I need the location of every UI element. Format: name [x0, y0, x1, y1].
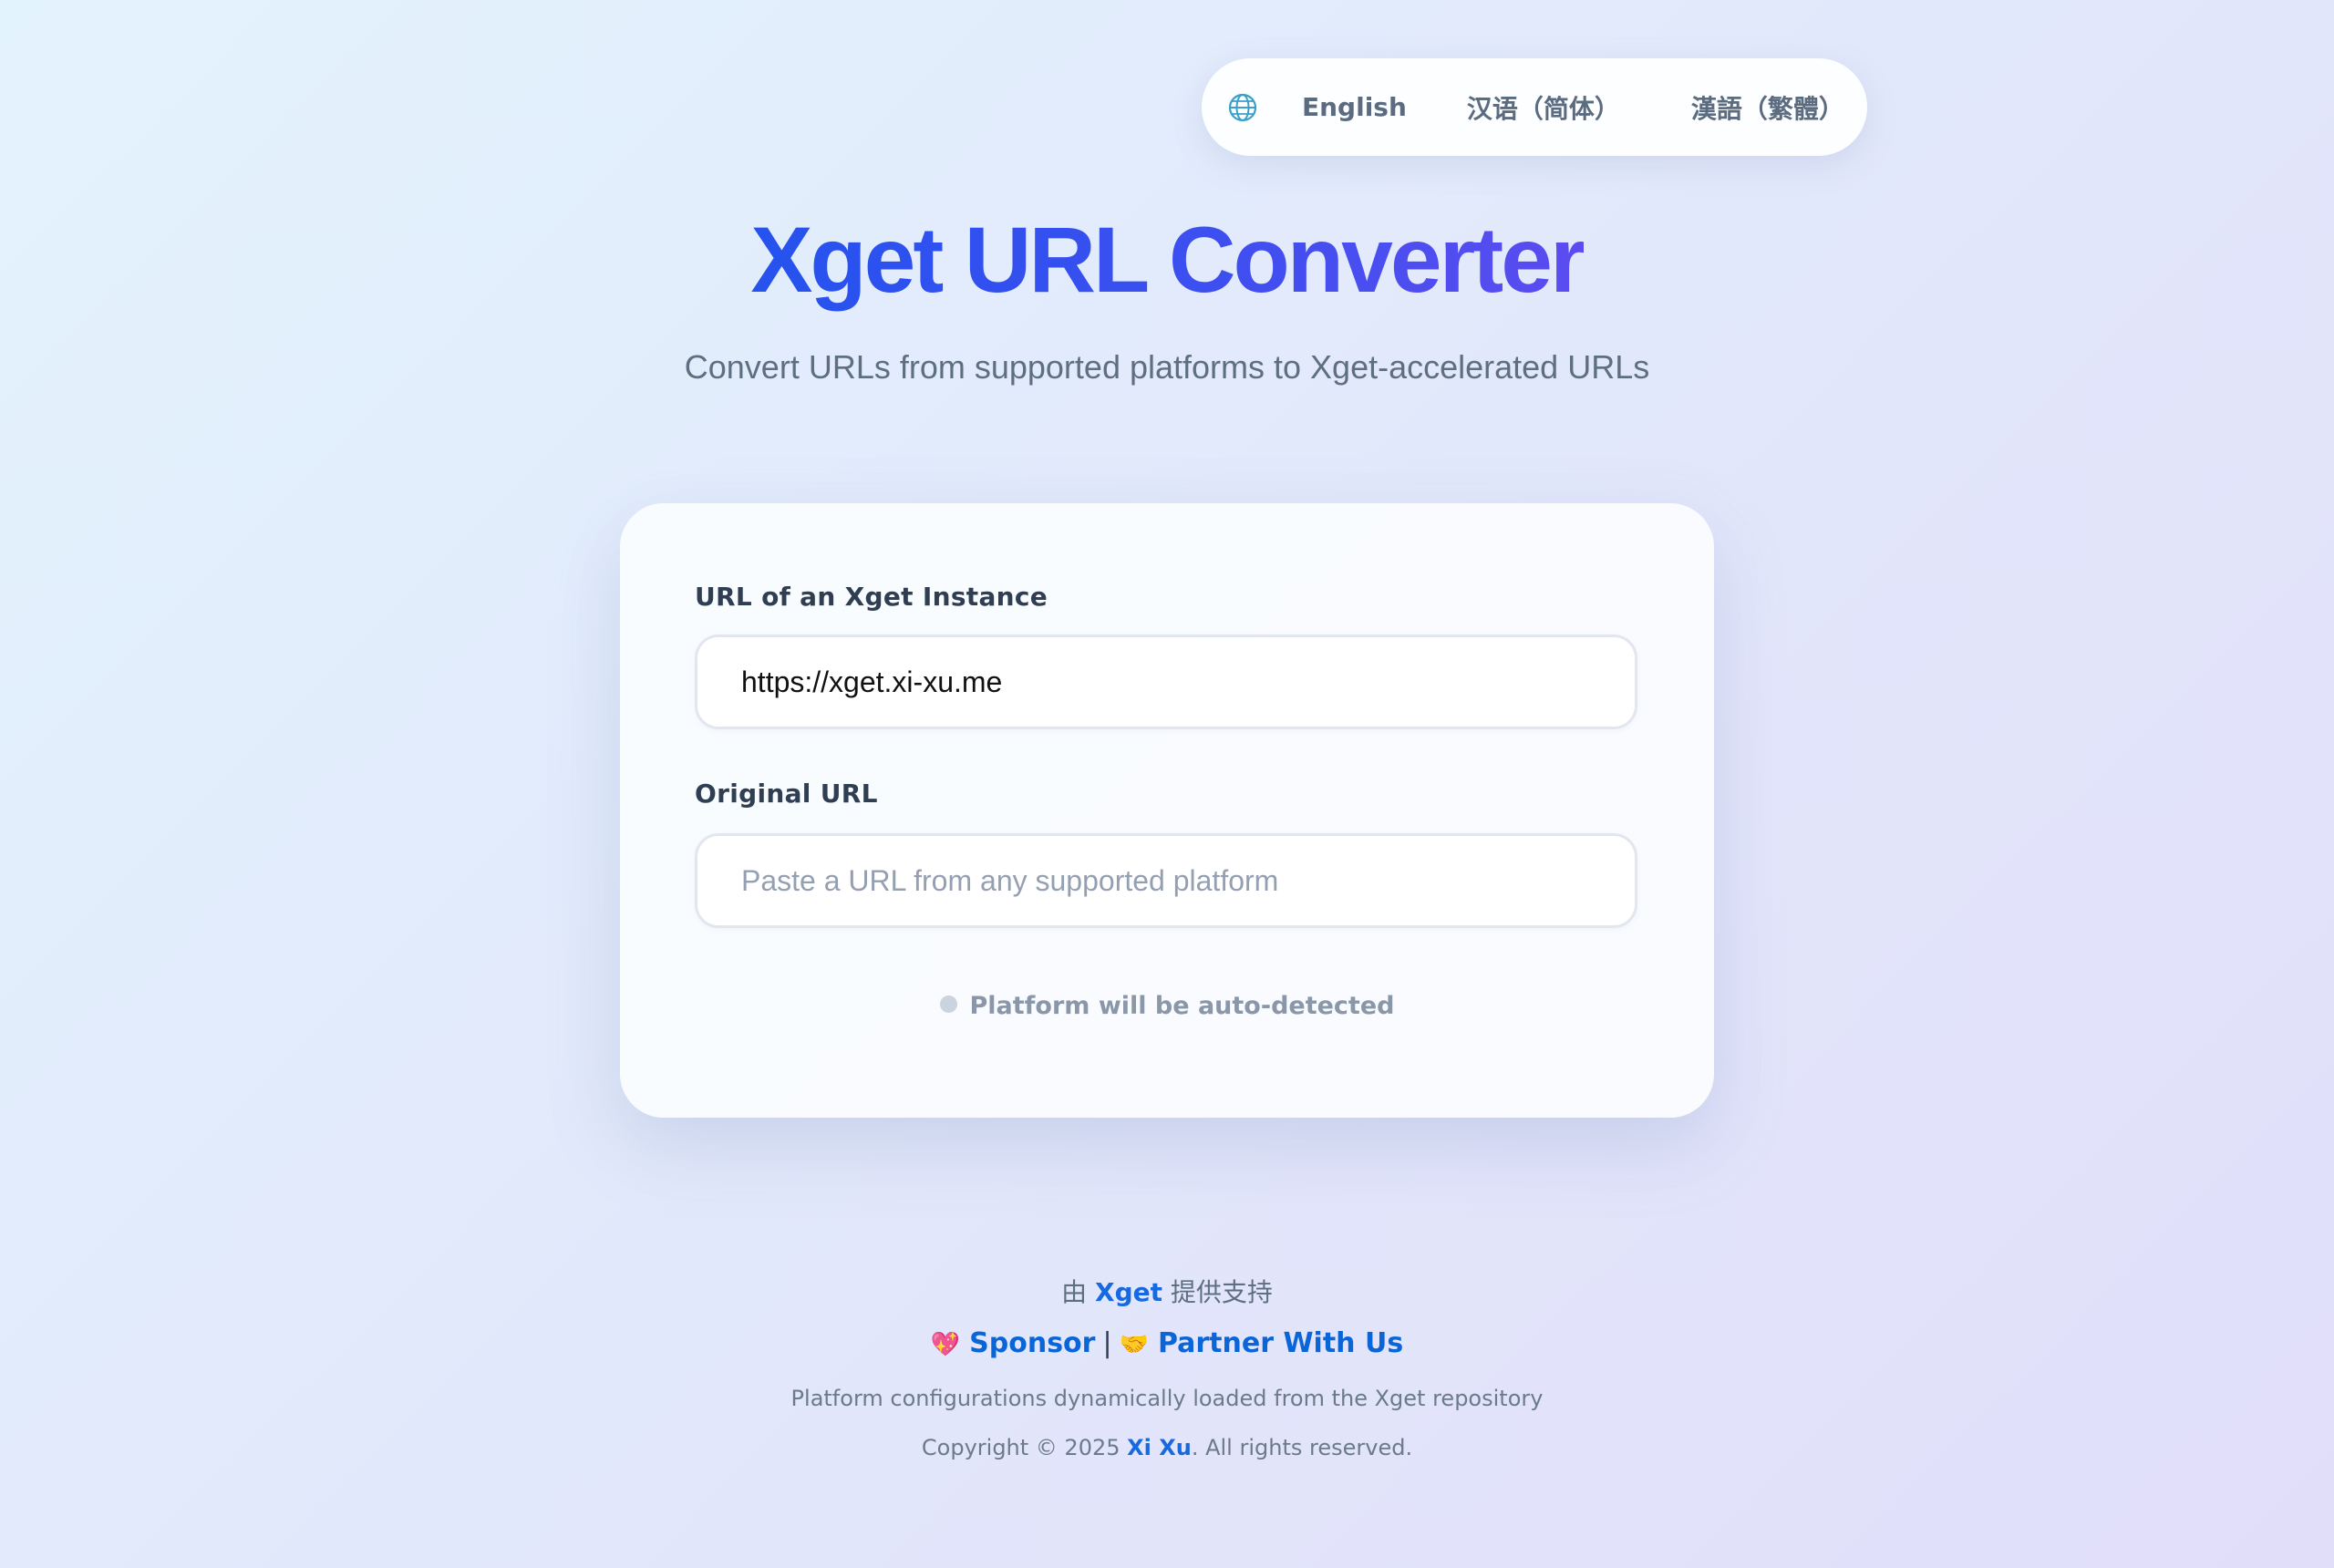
author-link[interactable]: Xi Xu	[1127, 1435, 1192, 1460]
page-title: Xget URL Converter	[0, 201, 2334, 319]
support-links: 💖 Sponsor | 🤝 Partner With Us	[0, 1327, 2334, 1359]
copyright-suffix: . All rights reserved.	[1191, 1435, 1413, 1460]
xget-link[interactable]: Xget	[1095, 1277, 1162, 1307]
platform-status-text: Platform will be auto-detected	[969, 992, 1395, 1020]
converter-card: URL of an Xget Instance Original URL Pla…	[620, 503, 1714, 1118]
original-url-label: Original URL	[695, 779, 878, 809]
original-url-input[interactable]	[695, 833, 1637, 928]
handshake-icon: 🤝	[1119, 1331, 1149, 1358]
copyright-prefix: Copyright © 2025	[921, 1435, 1128, 1460]
instance-url-label: URL of an Xget Instance	[695, 582, 1048, 612]
language-option-english[interactable]: English	[1302, 92, 1407, 122]
globe-icon	[1227, 92, 1258, 123]
language-option-simplified-chinese[interactable]: 汉语（简体）	[1467, 89, 1620, 126]
partner-link[interactable]: Partner With Us	[1158, 1327, 1403, 1359]
powered-by: 由 Xget 提供支持	[0, 1273, 2334, 1309]
platform-status: Platform will be auto-detected	[620, 992, 1714, 1020]
sponsor-link[interactable]: Sponsor	[969, 1327, 1095, 1359]
page-title-text: Xget URL Converter	[750, 208, 1585, 312]
powered-suffix: 提供支持	[1162, 1277, 1273, 1307]
heart-icon: 💖	[930, 1331, 961, 1358]
config-note: Platform configurations dynamically load…	[790, 1386, 1544, 1411]
powered-prefix: 由	[1061, 1277, 1095, 1307]
instance-url-input[interactable]	[695, 634, 1637, 729]
copyright: Copyright © 2025 Xi Xu. All rights reser…	[0, 1435, 2334, 1460]
language-option-traditional-chinese[interactable]: 漢語（繁體）	[1691, 89, 1844, 126]
language-switcher: English 汉语（简体） 漢語（繁體）	[1202, 58, 1867, 156]
link-separator: |	[1102, 1327, 1112, 1359]
status-dot-icon	[939, 995, 957, 1013]
page-subtitle: Convert URLs from supported platforms to…	[684, 348, 1650, 386]
